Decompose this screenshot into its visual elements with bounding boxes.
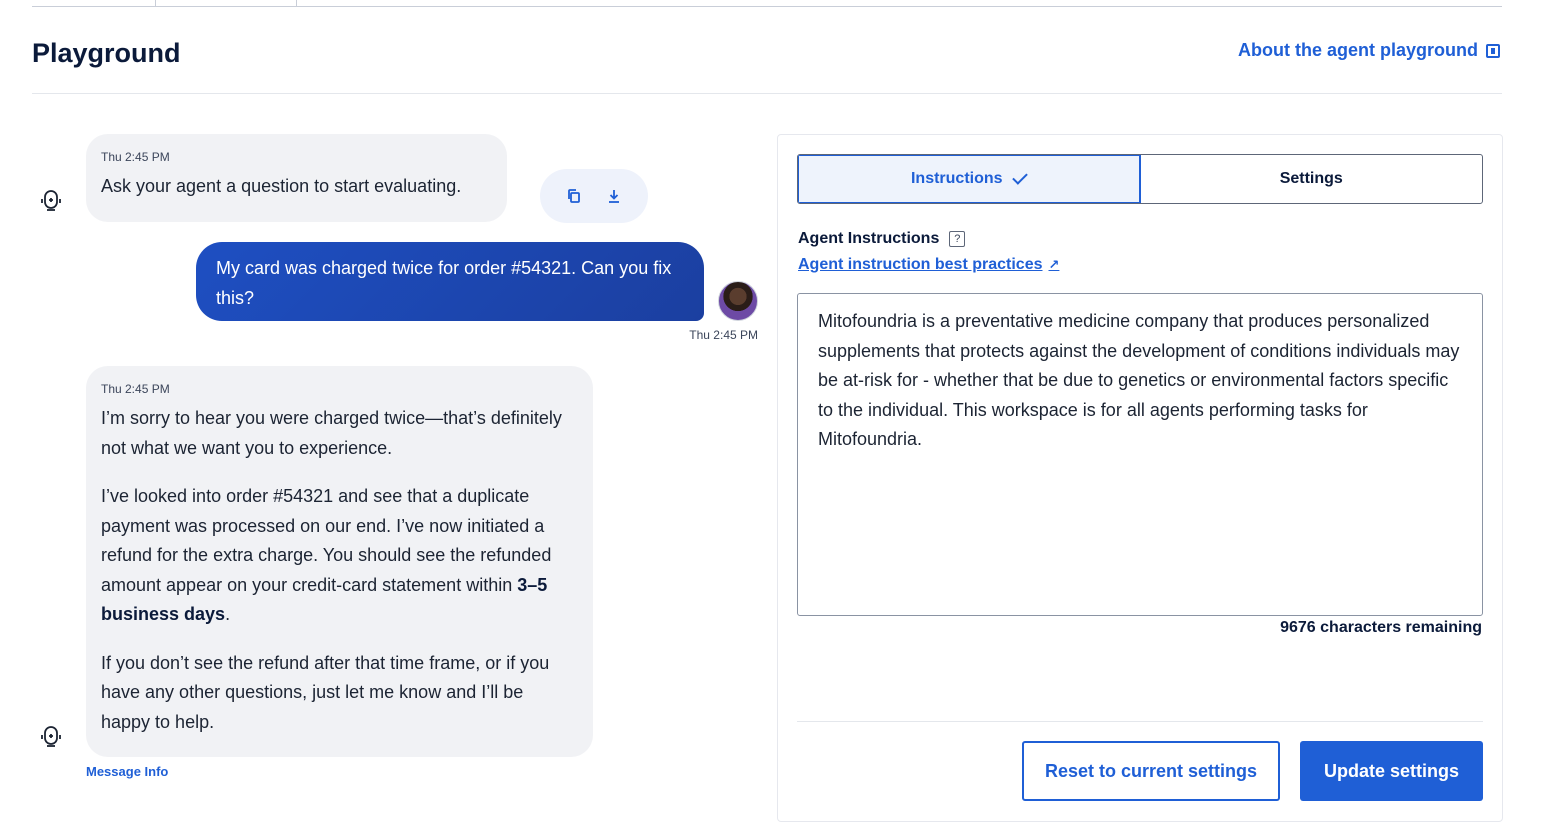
message-text: My card was charged twice for order #543… [216, 258, 672, 308]
tab-divider [155, 0, 156, 7]
message-info-link[interactable]: Message Info [86, 764, 168, 779]
agent-bot-icon [36, 722, 66, 752]
agent-instructions-label: Agent Instructions ? [798, 230, 966, 248]
paragraph-text: . [225, 604, 231, 624]
copy-icon[interactable] [563, 185, 585, 207]
message-paragraph: I’ve looked into order #54321 and see th… [101, 482, 577, 630]
agent-bot-icon [36, 186, 66, 216]
message-paragraph: I’m sorry to hear you were charged twice… [101, 408, 562, 458]
link-text: Agent instruction best practices [798, 256, 1043, 273]
message-paragraph: If you don’t see the refund after that t… [101, 652, 550, 732]
help-icon[interactable]: ? [949, 231, 966, 247]
message-time: Thu 2:45 PM [101, 382, 170, 396]
tab-divider [296, 0, 297, 7]
page-title: Playground [32, 38, 181, 68]
header-divider [32, 93, 1502, 94]
download-icon[interactable] [603, 185, 625, 207]
user-avatar [718, 281, 758, 321]
external-arrow-icon: ↗ [1048, 257, 1060, 272]
paragraph-text: I’ve looked into order #54321 and see th… [101, 486, 552, 595]
agent-instructions-input[interactable]: Mitofoundria is a preventative medicine … [797, 293, 1483, 616]
message-text: Ask your agent a question to start evalu… [101, 176, 462, 196]
message-actions [540, 169, 648, 223]
best-practices-link[interactable]: Agent instruction best practices ↗ [798, 256, 1059, 274]
tab-label: Instructions [910, 170, 1003, 187]
panel-divider [797, 721, 1483, 722]
update-settings-button[interactable]: Update settings [1300, 741, 1483, 801]
about-agent-playground-link[interactable]: About the agent playground [1238, 40, 1500, 61]
agent-message-bubble: Thu 2:45 PM Ask your agent a question to… [86, 134, 507, 222]
message-time: Thu 2:45 PM [101, 150, 170, 164]
check-icon [1011, 169, 1028, 185]
message-text: I’m sorry to hear you were charged twice… [101, 404, 577, 737]
characters-remaining: 9676 characters remaining [1280, 619, 1482, 636]
about-link-label: About the agent playground [1238, 40, 1478, 60]
settings-panel: Instructions Settings Agent Instructions… [777, 134, 1503, 822]
tab-settings[interactable]: Settings [1141, 155, 1483, 203]
message-time: Thu 2:45 PM [689, 328, 758, 342]
label-text: Agent Instructions [798, 230, 940, 247]
book-icon [1486, 43, 1500, 58]
reset-settings-button[interactable]: Reset to current settings [1022, 741, 1280, 801]
agent-message-bubble: Thu 2:45 PM I’m sorry to hear you were c… [86, 366, 593, 757]
chat-thread: Thu 2:45 PM Ask your agent a question to… [32, 134, 762, 794]
user-message-bubble: My card was charged twice for order #543… [196, 242, 704, 321]
tab-instructions[interactable]: Instructions [798, 155, 1141, 203]
top-tab-strip [32, 0, 1502, 7]
panel-tabs: Instructions Settings [797, 154, 1483, 204]
tab-label: Settings [1279, 170, 1343, 187]
